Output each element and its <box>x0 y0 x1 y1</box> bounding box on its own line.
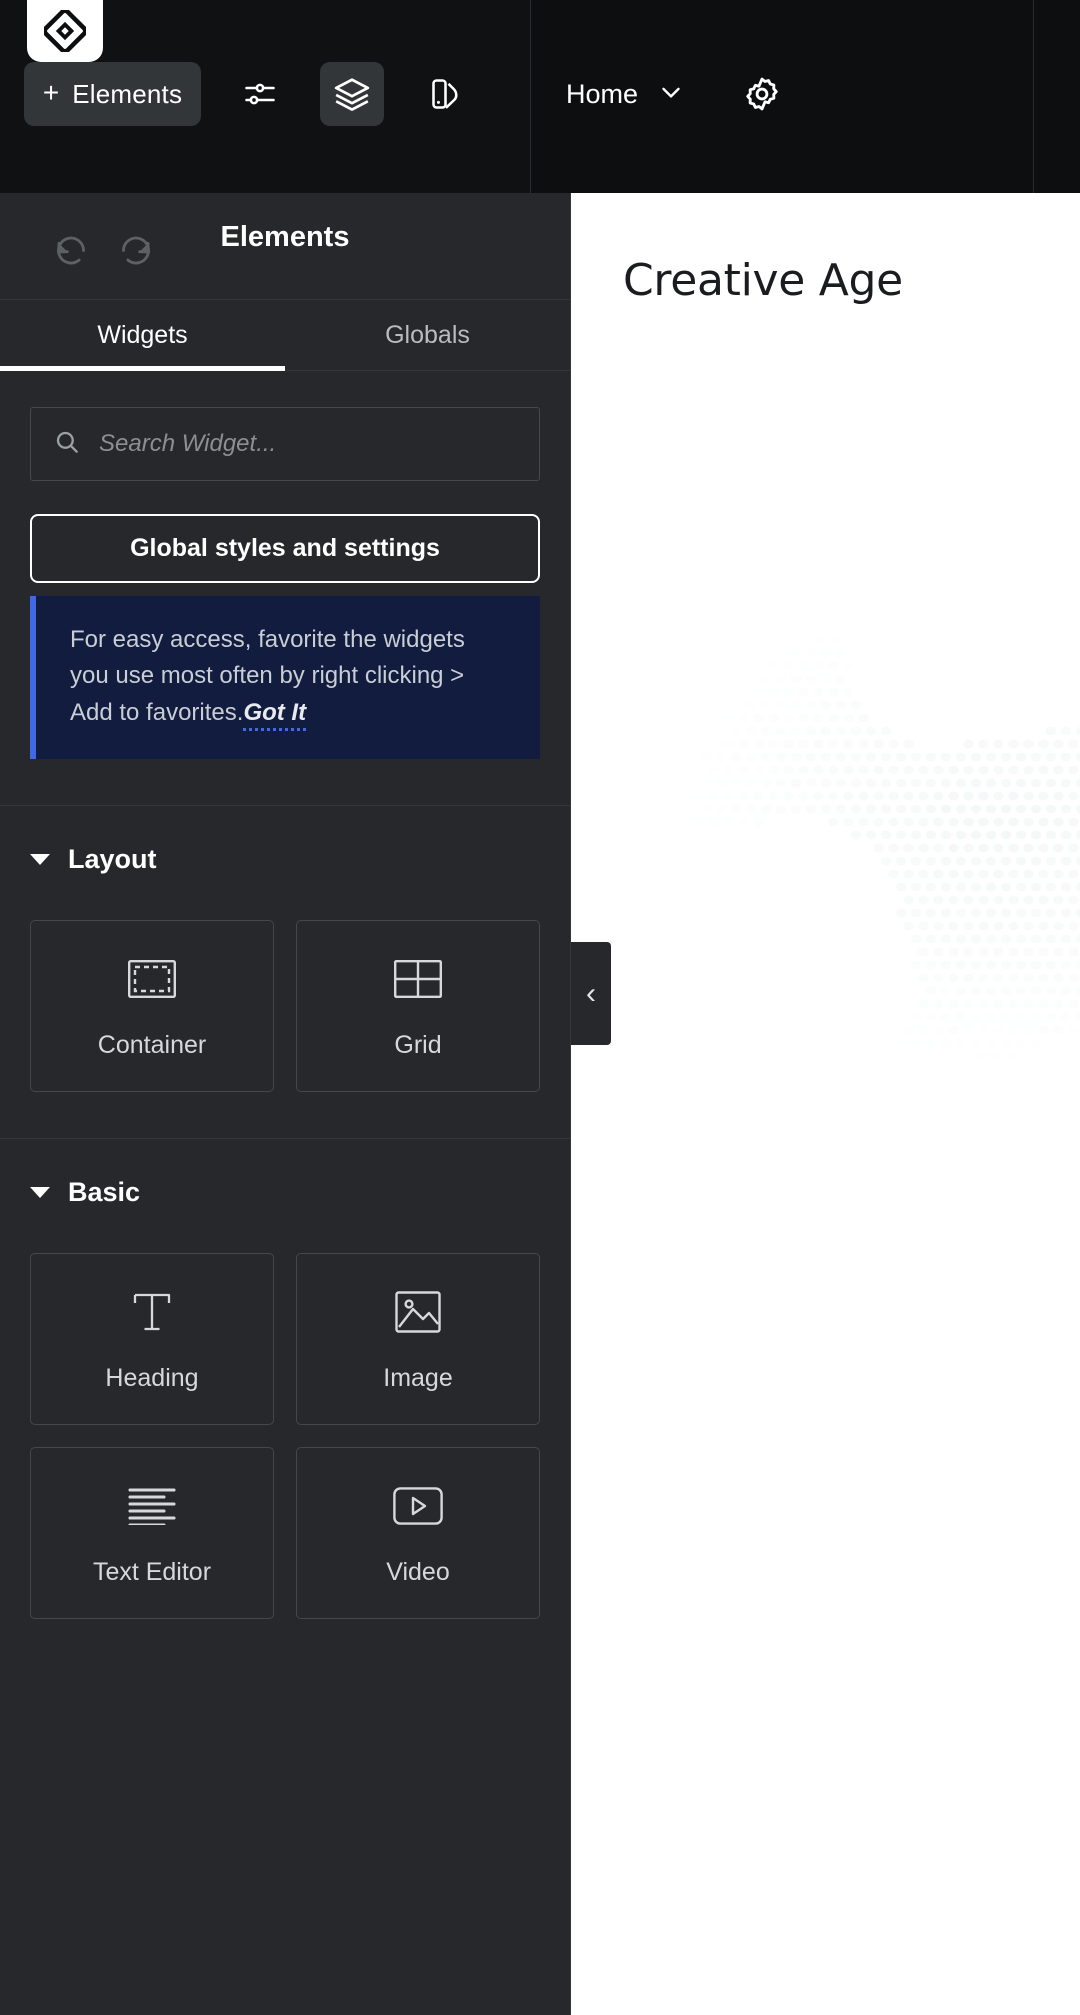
widget-text-editor[interactable]: Text Editor <box>30 1447 274 1620</box>
widget-heading[interactable]: Heading <box>30 1253 274 1426</box>
tab-widgets[interactable]: Widgets <box>0 300 285 371</box>
topbar-divider-right <box>1033 0 1034 193</box>
container-icon <box>128 953 176 1005</box>
widget-container-label: Container <box>97 1030 207 1059</box>
search-widget-container <box>0 371 570 481</box>
search-icon <box>53 428 81 461</box>
search-input[interactable] <box>99 430 517 458</box>
tab-globals[interactable]: Globals <box>285 300 570 370</box>
top-bar: + Elements Home <box>0 0 1080 193</box>
add-elements-label: Elements <box>72 78 183 109</box>
chevron-left-icon: ‹ <box>586 976 596 1010</box>
page-canvas[interactable]: Creative Age <box>571 193 1080 2015</box>
widget-video-label: Video <box>386 1557 450 1586</box>
canvas-heading[interactable]: Creative Age <box>623 255 903 306</box>
section-header-basic-label: Basic <box>68 1177 141 1208</box>
widget-image-label: Image <box>383 1363 453 1392</box>
caret-down-icon <box>30 854 50 866</box>
widget-image[interactable]: Image <box>296 1253 540 1426</box>
elementor-logo-button[interactable] <box>27 0 103 62</box>
theme-style-icon[interactable] <box>415 62 479 126</box>
section-header-layout[interactable]: Layout <box>0 806 570 875</box>
elementor-logo-icon <box>44 10 86 52</box>
widget-grid-basic: Heading Image Text Editor Video <box>0 1208 570 1620</box>
grid-icon <box>394 953 442 1005</box>
global-styles-label: Global styles and settings <box>130 534 440 562</box>
section-header-layout-label: Layout <box>68 844 157 875</box>
caret-down-icon <box>30 1187 50 1199</box>
heading-text-icon <box>129 1286 175 1338</box>
widget-grid-label: Grid <box>394 1030 442 1059</box>
widget-video[interactable]: Video <box>296 1447 540 1620</box>
elementor-editor: + Elements Home Elements Widgets Globals… <box>0 0 1080 2015</box>
plus-icon: + <box>42 77 60 108</box>
chevron-down-icon <box>656 77 686 112</box>
panel-tabs: Widgets Globals <box>0 300 570 371</box>
tab-globals-label: Globals <box>385 320 470 349</box>
widget-grid-layout: Container Grid <box>0 875 570 1093</box>
panel-body: Global styles and settings For easy acce… <box>0 371 570 1620</box>
elements-panel: Elements Widgets Globals Search Widget..… <box>0 193 571 2015</box>
add-elements-button[interactable]: + Elements <box>24 62 201 126</box>
gear-icon[interactable] <box>732 64 792 124</box>
layers-icon[interactable] <box>320 62 384 126</box>
page-title: Elements <box>220 221 350 253</box>
favorites-notice: For easy access, favorite the widgets yo… <box>30 596 540 760</box>
settings-sliders-icon[interactable] <box>228 62 292 126</box>
hexagon-dots-decoration <box>693 635 1080 1048</box>
page-selector-label: Home <box>566 78 639 109</box>
panel-collapse-handle[interactable]: ‹ <box>571 942 611 1045</box>
widget-grid[interactable]: Grid <box>296 920 540 1093</box>
panel-header: Elements <box>0 193 570 300</box>
text-editor-icon <box>128 1480 176 1532</box>
top-bar-left-section: + Elements <box>0 0 530 193</box>
section-header-basic[interactable]: Basic <box>0 1139 570 1208</box>
topbar-divider-left <box>530 0 531 193</box>
video-play-icon <box>393 1480 443 1532</box>
tab-widgets-label: Widgets <box>97 320 188 349</box>
global-styles-and-settings-button[interactable]: Global styles and settings <box>30 514 540 583</box>
widget-heading-label: Heading <box>105 1363 199 1392</box>
image-icon <box>395 1286 441 1338</box>
widget-container[interactable]: Container <box>30 920 274 1093</box>
top-bar-right-section: Home <box>530 0 1080 193</box>
search-box[interactable] <box>30 407 540 481</box>
got-it-button[interactable]: Got It <box>243 698 307 731</box>
page-selector[interactable]: Home <box>566 64 686 124</box>
favorites-notice-text: For easy access, favorite the widgets yo… <box>70 622 510 731</box>
widget-text-editor-label: Text Editor <box>92 1557 212 1586</box>
